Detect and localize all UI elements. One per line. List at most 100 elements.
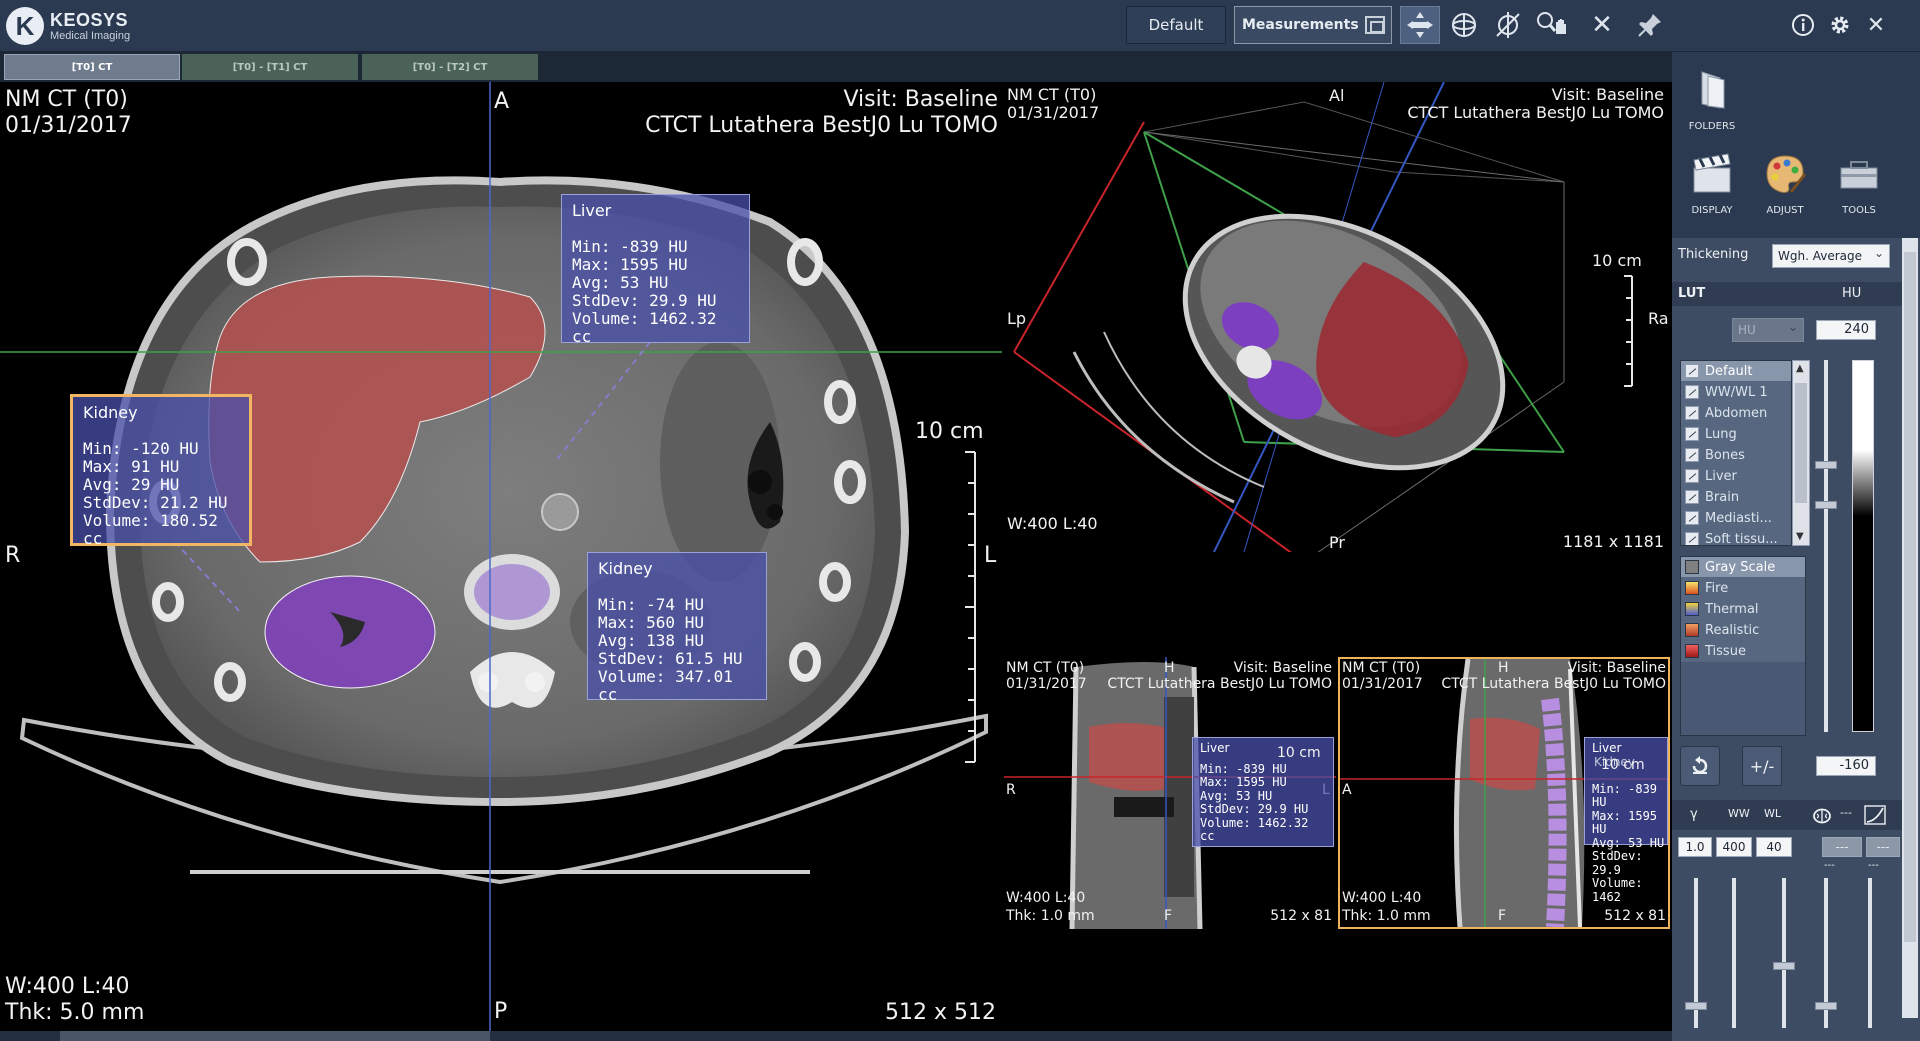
kidney-right-roi-stats[interactable]: Kidney Min: -74 HU Max: 560 HU Avg: 138 … — [587, 552, 767, 703]
sagittal-liver-roi-stats[interactable]: Liver Kidney 10 cm Min: -839 HU Max: 159… — [1584, 737, 1668, 903]
axial-date-label: 01/31/2017 — [5, 113, 132, 138]
wl-header: WL — [1764, 807, 1782, 820]
info-icon[interactable] — [1784, 6, 1822, 44]
param-1-small-label: --- — [1824, 860, 1835, 871]
roi-stddev: StdDev: 29.9 HU — [1200, 802, 1309, 817]
3d-orientation-top: Al — [1329, 86, 1345, 105]
preset-list-scrollbar[interactable]: ▲ ▼ — [1792, 360, 1810, 546]
color-palette-list[interactable]: Gray Scale Fire Thermal Realistic Tissue — [1680, 556, 1806, 736]
palette-thermal[interactable]: Thermal — [1681, 599, 1805, 620]
preset-default[interactable]: Default — [1681, 361, 1791, 382]
roi-stddev: StdDev: 29.9 — [1592, 849, 1643, 877]
coronal-liver-roi-stats[interactable]: Liver 10 cm Min: -839 HU Max: 1595 HU Av… — [1192, 737, 1334, 847]
roi-stddev: StdDev: 21.2 HU — [83, 492, 228, 512]
gamma-input[interactable]: 1.0 — [1678, 837, 1712, 857]
coronal-viewport[interactable]: NM CT (T0) 01/31/2017 Visit: Baseline CT… — [1004, 657, 1336, 929]
toolbox-icon — [1840, 161, 1878, 189]
wl-input[interactable]: 40 — [1756, 837, 1792, 857]
preset-bones[interactable]: Bones — [1681, 445, 1791, 466]
wl-slider[interactable] — [1782, 878, 1786, 1028]
thickening-select[interactable]: Wgh. Average — [1772, 244, 1890, 268]
tab-t0-t2-ct[interactable]: [T0] - [T2] CT — [362, 54, 538, 80]
volume-3d-viewport[interactable]: NM CT (T0) 01/31/2017 Visit: Baseline CT… — [1004, 82, 1670, 552]
lut-header: LUT HU — [1672, 282, 1902, 306]
preset-wwwl1[interactable]: WW/WL 1 — [1681, 382, 1791, 403]
folders-icon — [1701, 71, 1725, 109]
close-tool-icon[interactable]: ✕ — [1582, 6, 1622, 44]
palette-fire[interactable]: Fire — [1681, 578, 1805, 599]
display-button[interactable]: DISPLAY — [1677, 152, 1747, 216]
pin-icon[interactable] — [1630, 6, 1670, 44]
adjust-label: ADJUST — [1766, 205, 1804, 216]
kidney-left-roi-stats[interactable]: Kidney Min: -120 HU Max: 91 HU Avg: 29 H… — [70, 394, 252, 548]
roi-volume: Volume: 180.52 cc — [83, 510, 218, 548]
zoom-pan-tool-icon[interactable] — [1532, 6, 1572, 44]
preset-brain[interactable]: Brain — [1681, 487, 1791, 508]
measurements-button[interactable]: Measurements — [1234, 6, 1392, 44]
param-2-input: --- — [1866, 837, 1900, 857]
axial-matrix-size: 512 x 512 — [885, 1000, 996, 1025]
lut-lower-handle[interactable] — [1815, 501, 1837, 509]
hide-reference-tool-icon[interactable] — [1488, 6, 1528, 44]
preset-liver[interactable]: Liver — [1681, 466, 1791, 487]
lut-range-track[interactable] — [1824, 360, 1828, 732]
axial-series-label: NM CT (T0) — [5, 87, 128, 112]
orientation-posterior: P — [494, 999, 508, 1024]
tools-button[interactable]: TOOLS — [1824, 152, 1894, 216]
tab-t0-ct[interactable]: [T0] CT — [4, 54, 180, 80]
lut-gradient-bar — [1852, 360, 1874, 732]
lut-preset-list[interactable]: Default WW/WL 1 Abdomen Lung Bones Liver… — [1680, 360, 1792, 546]
reset-lut-button[interactable] — [1680, 746, 1720, 786]
adjust-button[interactable]: ADJUST — [1750, 152, 1820, 216]
axial-scale-label: 10 cm — [915, 419, 984, 444]
palette-gray-scale[interactable]: Gray Scale — [1681, 557, 1805, 578]
layout-default-button[interactable]: Default — [1126, 6, 1226, 44]
preset-lung[interactable]: Lung — [1681, 424, 1791, 445]
hu-header-label: HU — [1842, 286, 1862, 301]
folders-button[interactable]: FOLDERS — [1677, 68, 1747, 132]
tools-label: TOOLS — [1842, 205, 1876, 216]
roi-title: Liver — [572, 201, 612, 220]
window-restore-icon[interactable] — [1365, 16, 1385, 34]
wl-slider-handle[interactable] — [1773, 962, 1795, 970]
rotate-3d-tool-icon[interactable] — [1444, 6, 1484, 44]
roi-max: Max: 91 HU — [83, 456, 180, 476]
curve-chart-icon[interactable] — [1864, 805, 1886, 825]
sagittal-viewport[interactable]: NM CT (T0) 01/31/2017 Visit: Baseline CT… — [1338, 657, 1670, 929]
panel-scrollbar[interactable] — [1902, 238, 1918, 1018]
roi-volume: Volume: 1462.32 cc — [1200, 815, 1309, 844]
coronal-scale-label: 10 cm — [1277, 745, 1321, 761]
preset-soft-tissue[interactable]: Soft tissu... — [1681, 529, 1791, 545]
param-2-small-label: --- — [1868, 860, 1879, 871]
ww-header: WW — [1728, 807, 1750, 820]
folders-label: FOLDERS — [1688, 121, 1736, 132]
lut-upper-handle[interactable] — [1815, 461, 1837, 469]
palette-tissue[interactable]: Tissue — [1681, 641, 1805, 662]
brain-icon[interactable] — [1812, 805, 1832, 825]
palette-realistic[interactable]: Realistic — [1681, 620, 1805, 641]
hu-min-input[interactable]: -160 — [1816, 756, 1876, 776]
tab-t0-t1-ct[interactable]: [T0] - [T1] CT — [182, 54, 358, 80]
axial-study-label: CTCT Lutathera BestJ0 Lu TOMO — [645, 113, 998, 138]
roi-max: Max: 1595 HU — [572, 254, 688, 274]
app-logo: K KEOSYS Medical Imaging — [6, 6, 130, 46]
hu-max-input[interactable]: 240 — [1816, 320, 1876, 340]
gear-icon[interactable] — [1822, 6, 1858, 44]
lut-label: LUT — [1678, 286, 1706, 301]
orientation-anterior: A — [494, 89, 510, 114]
preset-abdomen[interactable]: Abdomen — [1681, 403, 1791, 424]
axial-viewport[interactable]: NM CT (T0) 01/31/2017 Visit: Baseline CT… — [0, 82, 1002, 1031]
ww-slider[interactable] — [1732, 878, 1736, 1028]
invert-lut-button[interactable]: +/- — [1742, 746, 1782, 786]
param-1-slider-handle[interactable] — [1815, 1002, 1837, 1010]
gamma-slider-handle[interactable] — [1685, 1002, 1707, 1010]
keosys-viewer: K KEOSYS Medical Imaging Default Measure… — [0, 0, 1920, 1041]
unit-select: HU — [1732, 318, 1804, 342]
roi-min: Min: -839 HU — [1200, 762, 1287, 776]
crosshair-move-tool-icon[interactable] — [1400, 6, 1440, 44]
ww-input[interactable]: 400 — [1716, 837, 1752, 857]
liver-roi-stats[interactable]: Liver Min: -839 HU Max: 1595 HU Avg: 53 … — [561, 194, 750, 345]
close-app-icon[interactable]: ✕ — [1858, 6, 1894, 44]
preset-mediastinum[interactable]: Mediasti... — [1681, 508, 1791, 529]
param-2-slider[interactable] — [1868, 878, 1872, 1028]
